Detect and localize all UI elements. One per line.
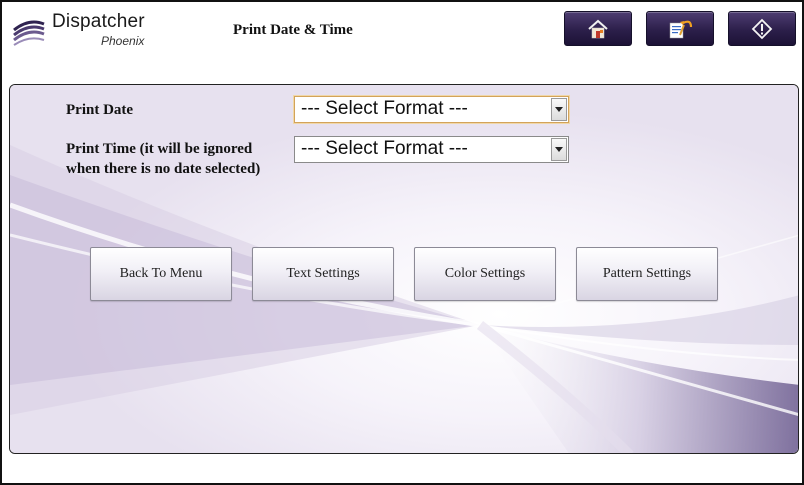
chevron-down-icon[interactable] — [551, 138, 567, 161]
logo-subtitle: Phoenix — [101, 34, 145, 48]
edit-undo-button[interactable] — [646, 11, 714, 46]
print-time-selected-value: --- Select Format --- — [301, 138, 468, 159]
logo-name: Dispatcher — [52, 11, 145, 32]
back-to-menu-button[interactable]: Back To Menu — [90, 247, 232, 301]
edit-undo-icon — [669, 20, 693, 38]
chevron-down-icon[interactable] — [551, 98, 567, 121]
text-settings-button[interactable]: Text Settings — [252, 247, 394, 301]
app-logo: Dispatcher Phoenix — [12, 10, 162, 50]
home-icon — [588, 19, 608, 38]
info-icon — [751, 18, 773, 39]
print-date-label: Print Date — [66, 102, 134, 118]
print-time-select[interactable]: --- Select Format --- — [294, 136, 569, 163]
color-settings-button[interactable]: Color Settings — [414, 247, 556, 301]
pattern-settings-button[interactable]: Pattern Settings — [576, 247, 718, 301]
home-button[interactable] — [564, 11, 632, 46]
info-button[interactable] — [728, 11, 796, 46]
print-date-select[interactable]: --- Select Format --- — [294, 96, 569, 123]
page-title: Print Date & Time — [233, 22, 353, 38]
app-window: Dispatcher Phoenix Print Date & Time Pri… — [0, 0, 804, 485]
print-date-selected-value: --- Select Format --- — [301, 98, 468, 119]
logo-mark-icon — [13, 20, 45, 46]
print-time-label: Print Time (it will be ignored when ther… — [66, 141, 261, 177]
content-panel: Print Date --- Select Format --- Print T… — [9, 84, 799, 454]
